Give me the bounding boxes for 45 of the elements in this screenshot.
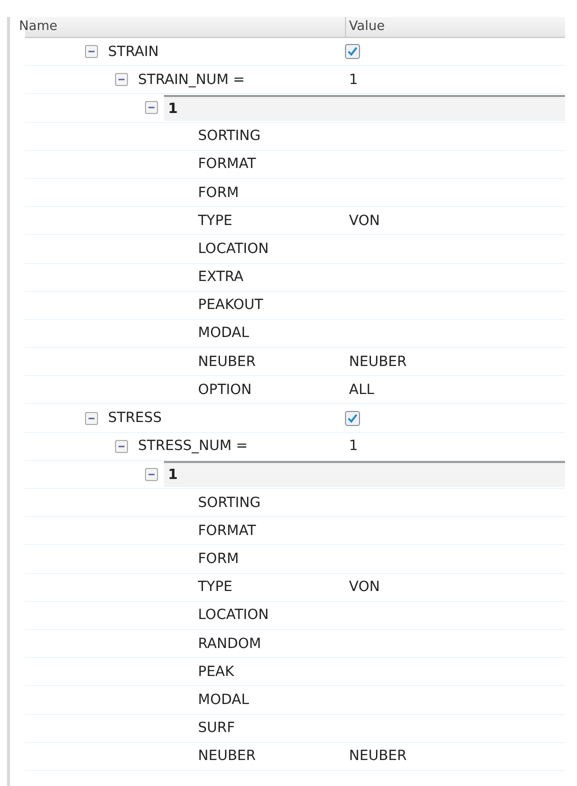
value-text: VON: [348, 212, 380, 229]
tree-label[interactable]: NEUBER: [198, 354, 256, 370]
value-text: NEUBER: [348, 354, 407, 370]
value-text: 1: [348, 72, 358, 88]
collapse-icon[interactable]: [115, 440, 128, 453]
collapse-icon[interactable]: [85, 412, 98, 425]
tree-label[interactable]: STRAIN_NUM =: [138, 72, 245, 88]
column-title: Name: [19, 18, 58, 36]
group-row[interactable]: 1: [164, 461, 565, 488]
tree-label[interactable]: LOCATION: [198, 607, 269, 624]
tree-label[interactable]: MODAL: [198, 325, 250, 342]
checkbox[interactable]: [345, 410, 360, 426]
tree-label[interactable]: SURF: [198, 720, 235, 736]
tree-label[interactable]: STRAIN: [108, 44, 159, 60]
value-text: ALL: [348, 382, 374, 398]
group-row[interactable]: 1: [164, 94, 565, 121]
checkbox[interactable]: [345, 44, 360, 60]
tree-label[interactable]: FORMAT: [198, 156, 256, 172]
tree-label[interactable]: PEAKOUT: [198, 297, 264, 314]
collapse-icon[interactable]: [145, 468, 158, 481]
value-text: 1: [348, 438, 358, 454]
tree-label[interactable]: 1: [168, 467, 178, 484]
tree-label[interactable]: FORM: [198, 184, 239, 201]
collapse-icon[interactable]: [115, 73, 128, 86]
tree-label[interactable]: STRESS: [108, 410, 162, 426]
collapse-icon[interactable]: [85, 45, 98, 58]
tree-label[interactable]: SORTING: [198, 494, 261, 511]
value-text: NEUBER: [348, 748, 407, 764]
tree-label[interactable]: SORTING: [198, 128, 261, 144]
value-text: VON: [348, 579, 380, 596]
tree-label[interactable]: STRESS_NUM =: [138, 438, 248, 454]
tree-label[interactable]: LOCATION: [198, 240, 269, 257]
tree-label[interactable]: MODAL: [198, 692, 250, 708]
tree-label[interactable]: FORM: [198, 550, 239, 567]
tree-label[interactable]: NEUBER: [198, 748, 256, 764]
tree-label[interactable]: RANDOM: [198, 636, 262, 652]
tree-label[interactable]: OPTION: [198, 382, 252, 398]
tree-label[interactable]: TYPE: [198, 212, 232, 229]
collapse-icon[interactable]: [145, 101, 158, 114]
tree-label[interactable]: PEAK: [198, 664, 234, 680]
tree-label[interactable]: TYPE: [198, 579, 232, 596]
tree-label[interactable]: FORMAT: [198, 522, 256, 539]
tree-label[interactable]: 1: [168, 100, 178, 117]
column-title: Value: [345, 17, 565, 37]
tree-label[interactable]: EXTRA: [198, 269, 244, 286]
